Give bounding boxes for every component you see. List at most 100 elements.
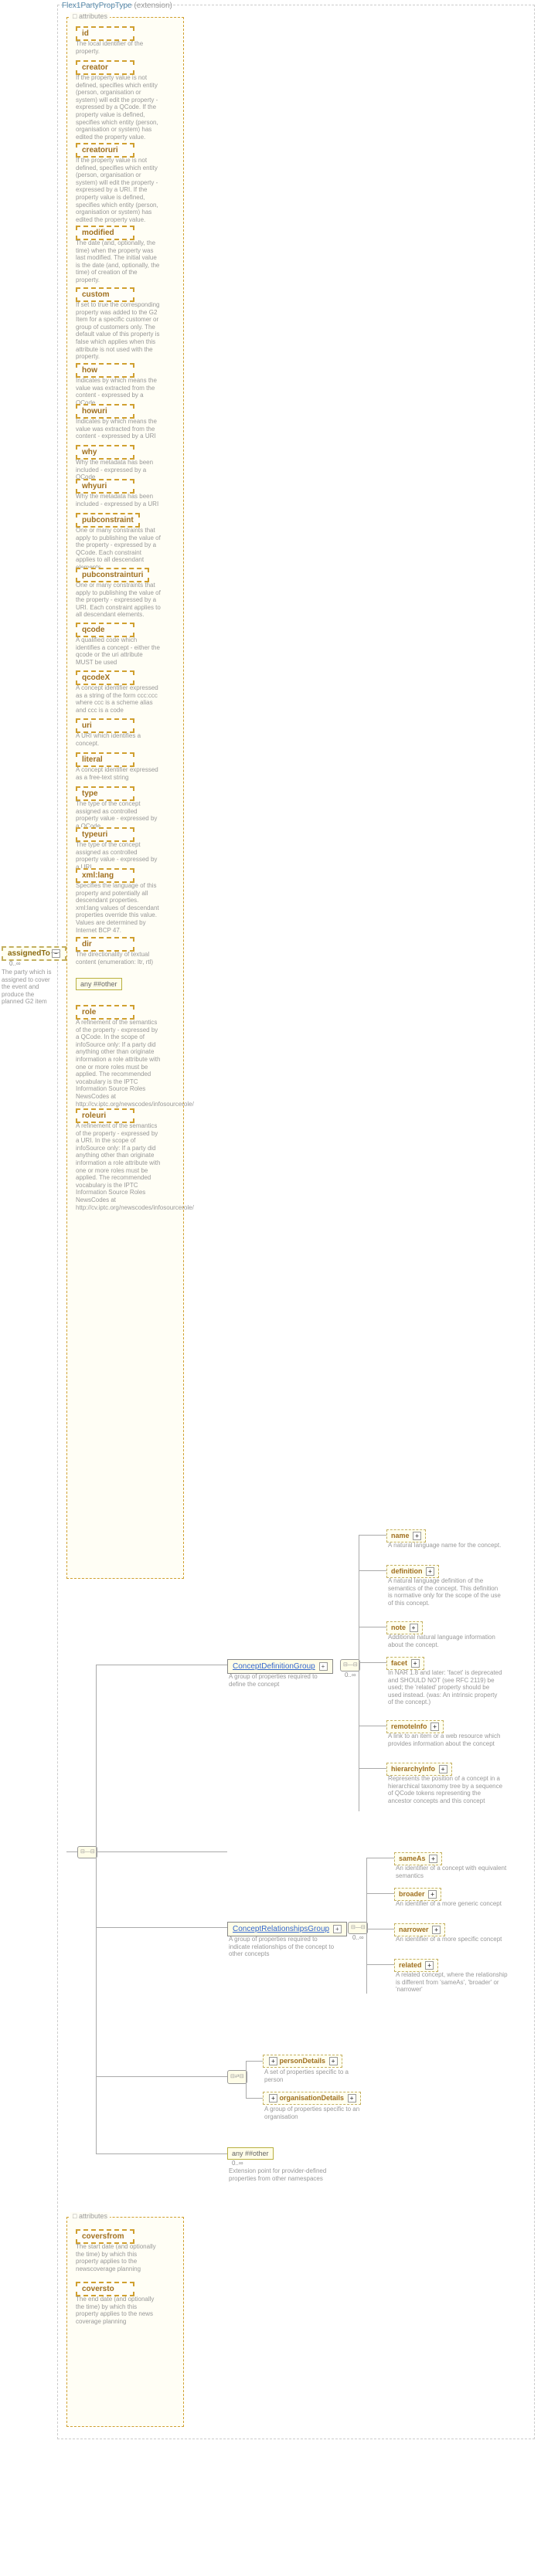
attr-desc: One or many constraints that apply to pu…	[76, 527, 161, 572]
attr-creatoruri[interactable]: creatoruri	[76, 143, 134, 158]
attr-why[interactable]: why	[76, 445, 134, 460]
attr-literal[interactable]: literal	[76, 752, 134, 767]
expand-icon[interactable]: −	[52, 949, 60, 958]
attr-role[interactable]: role	[76, 1005, 134, 1020]
cardinality: 0..∞	[352, 1934, 364, 1941]
type-header: Flex1PartyPropType (extension)	[62, 2, 172, 10]
expand-icon[interactable]: +	[426, 1567, 434, 1576]
cardinality: 0..∞	[232, 2160, 243, 2167]
attr-coversto[interactable]: coversto	[76, 2282, 134, 2296]
attr-desc: Indicates by which means the value was e…	[76, 418, 161, 440]
cardinality: 0..∞	[345, 1672, 356, 1678]
sequence-connector	[340, 1659, 360, 1672]
field-remoteInfo[interactable]: remoteInfo +	[386, 1720, 444, 1733]
root-element[interactable]: assignedTo−	[2, 946, 66, 961]
field-desc: Represents the position of a concept in …	[388, 1775, 504, 1804]
expand-icon[interactable]: +	[439, 1765, 447, 1773]
attr-dir[interactable]: dir	[76, 937, 134, 952]
expand-icon[interactable]: +	[432, 1926, 441, 1934]
attr-modified[interactable]: modified	[76, 226, 134, 240]
sequence-connector	[77, 1846, 97, 1858]
attr-desc: Indicates by which means the value was e…	[76, 377, 161, 406]
field-desc: An identifier of a concept with equivale…	[396, 1865, 512, 1879]
attr-id[interactable]: id	[76, 26, 134, 41]
any-other: any ##other	[227, 2147, 274, 2160]
attr-coversfrom[interactable]: coversfrom	[76, 2229, 134, 2244]
field-desc: An identifier of a more specific concept	[396, 1936, 512, 1943]
expand-icon[interactable]: +	[411, 1659, 420, 1668]
group-concept-definition[interactable]: ConceptDefinitionGroup +	[227, 1659, 333, 1674]
field-hierarchyInfo[interactable]: hierarchyInfo +	[386, 1763, 452, 1776]
expand-icon[interactable]: +	[319, 1662, 328, 1671]
attributes-toggle[interactable]: □ attributes	[70, 12, 110, 20]
attr-how[interactable]: how	[76, 363, 134, 378]
attr-desc: The type of the concept assigned as cont…	[76, 800, 161, 830]
field-name[interactable]: name +	[386, 1529, 426, 1543]
field-narrower[interactable]: narrower +	[394, 1923, 445, 1936]
attr-desc: If the property value is not defined, sp…	[76, 74, 161, 141]
attr-desc: The end date (and optionally the time) b…	[76, 2296, 161, 2325]
field-desc: Additional natural language information …	[388, 1634, 504, 1648]
attr-creator[interactable]: creator	[76, 60, 134, 75]
field-desc: In NAR 1.8 and later: 'facet' is depreca…	[388, 1669, 504, 1706]
expand-icon[interactable]: +	[269, 2057, 277, 2065]
attr-xmllang[interactable]: xml:lang	[76, 868, 134, 883]
attr-roleuri[interactable]: roleuri	[76, 1108, 134, 1123]
field-desc: A set of properties specific to a person	[264, 2069, 365, 2083]
field-facet[interactable]: facet +	[386, 1657, 424, 1670]
expand-icon[interactable]: +	[430, 1722, 439, 1731]
attr-desc: A refinement of the semantics of the pro…	[76, 1019, 161, 1108]
attr-desc: The type of the concept assigned as cont…	[76, 841, 161, 871]
field-organisation-details[interactable]: + organisationDetails +	[263, 2092, 361, 2105]
sequence-connector	[348, 1922, 368, 1934]
attr-uri[interactable]: uri	[76, 718, 134, 733]
attr-desc: One or many constraints that apply to pu…	[76, 582, 161, 619]
attr-desc: The local identifier of the property.	[76, 40, 161, 55]
expand-icon[interactable]: +	[269, 2094, 277, 2103]
attr-desc: The directionality of textual content (e…	[76, 951, 161, 966]
field-desc: A related concept, where the relationshi…	[396, 1971, 512, 1994]
field-note[interactable]: note +	[386, 1621, 423, 1634]
field-desc: An identifier of a more generic concept	[396, 1900, 512, 1908]
field-related[interactable]: related +	[394, 1959, 438, 1972]
field-desc: A link to an item or a web resource whic…	[388, 1733, 504, 1747]
field-person-details[interactable]: + personDetails +	[263, 2055, 342, 2068]
attr-howuri[interactable]: howuri	[76, 404, 134, 419]
attr-qcode[interactable]: qcode	[76, 623, 134, 637]
attributes-toggle[interactable]: □ attributes	[70, 2212, 110, 2220]
attr-desc: The start date (and optionally the time)…	[76, 2243, 161, 2272]
field-definition[interactable]: definition +	[386, 1565, 439, 1578]
attr-pubconstraint[interactable]: pubconstraint	[76, 513, 140, 528]
attr-desc: A URI which identifies a concept.	[76, 732, 161, 747]
expand-icon[interactable]: +	[329, 2057, 338, 2065]
field-desc: Extension point for provider-defined pro…	[229, 2167, 329, 2182]
expand-icon[interactable]: +	[410, 1624, 418, 1632]
attr-desc: A concept identifier expressed as a stri…	[76, 684, 161, 714]
attr-pubconstrainturi[interactable]: pubconstrainturi	[76, 568, 149, 582]
field-sameAs[interactable]: sameAs +	[394, 1852, 442, 1865]
expand-icon[interactable]: +	[413, 1532, 421, 1540]
attr-qcodeX[interactable]: qcodeX	[76, 670, 134, 685]
attr-whyuri[interactable]: whyuri	[76, 479, 134, 494]
choice-connector	[227, 2070, 247, 2084]
field-desc: A natural language name for the concept.	[388, 1542, 504, 1549]
attr-desc: Why the metadata has been included - exp…	[76, 493, 161, 507]
expand-icon[interactable]: +	[428, 1890, 437, 1899]
expand-icon[interactable]: +	[333, 1925, 342, 1933]
attr-type[interactable]: type	[76, 786, 134, 801]
expand-icon[interactable]: +	[429, 1855, 437, 1863]
expand-icon[interactable]: +	[425, 1961, 434, 1970]
attr-typeuri[interactable]: typeuri	[76, 827, 134, 842]
group-rel-desc: A group of properties required to indica…	[229, 1936, 337, 1958]
expand-icon[interactable]: +	[348, 2094, 356, 2103]
group-concept-relationships[interactable]: ConceptRelationshipsGroup +	[227, 1922, 347, 1936]
attr-desc: A concept identifier expressed as a free…	[76, 766, 161, 781]
attr-desc: A qualified code which identifies a conc…	[76, 636, 161, 666]
attr-custom[interactable]: custom	[76, 287, 134, 302]
field-broader[interactable]: broader +	[394, 1888, 441, 1901]
root-desc: The party which is assigned to cover the…	[2, 969, 56, 1006]
attr-desc: A refinement of the semantics of the pro…	[76, 1122, 161, 1211]
root-cardinality: 0..∞	[9, 960, 21, 967]
field-desc: A natural language definition of the sem…	[388, 1577, 504, 1607]
attr-desc: The date (and, optionally, the time) whe…	[76, 239, 161, 284]
